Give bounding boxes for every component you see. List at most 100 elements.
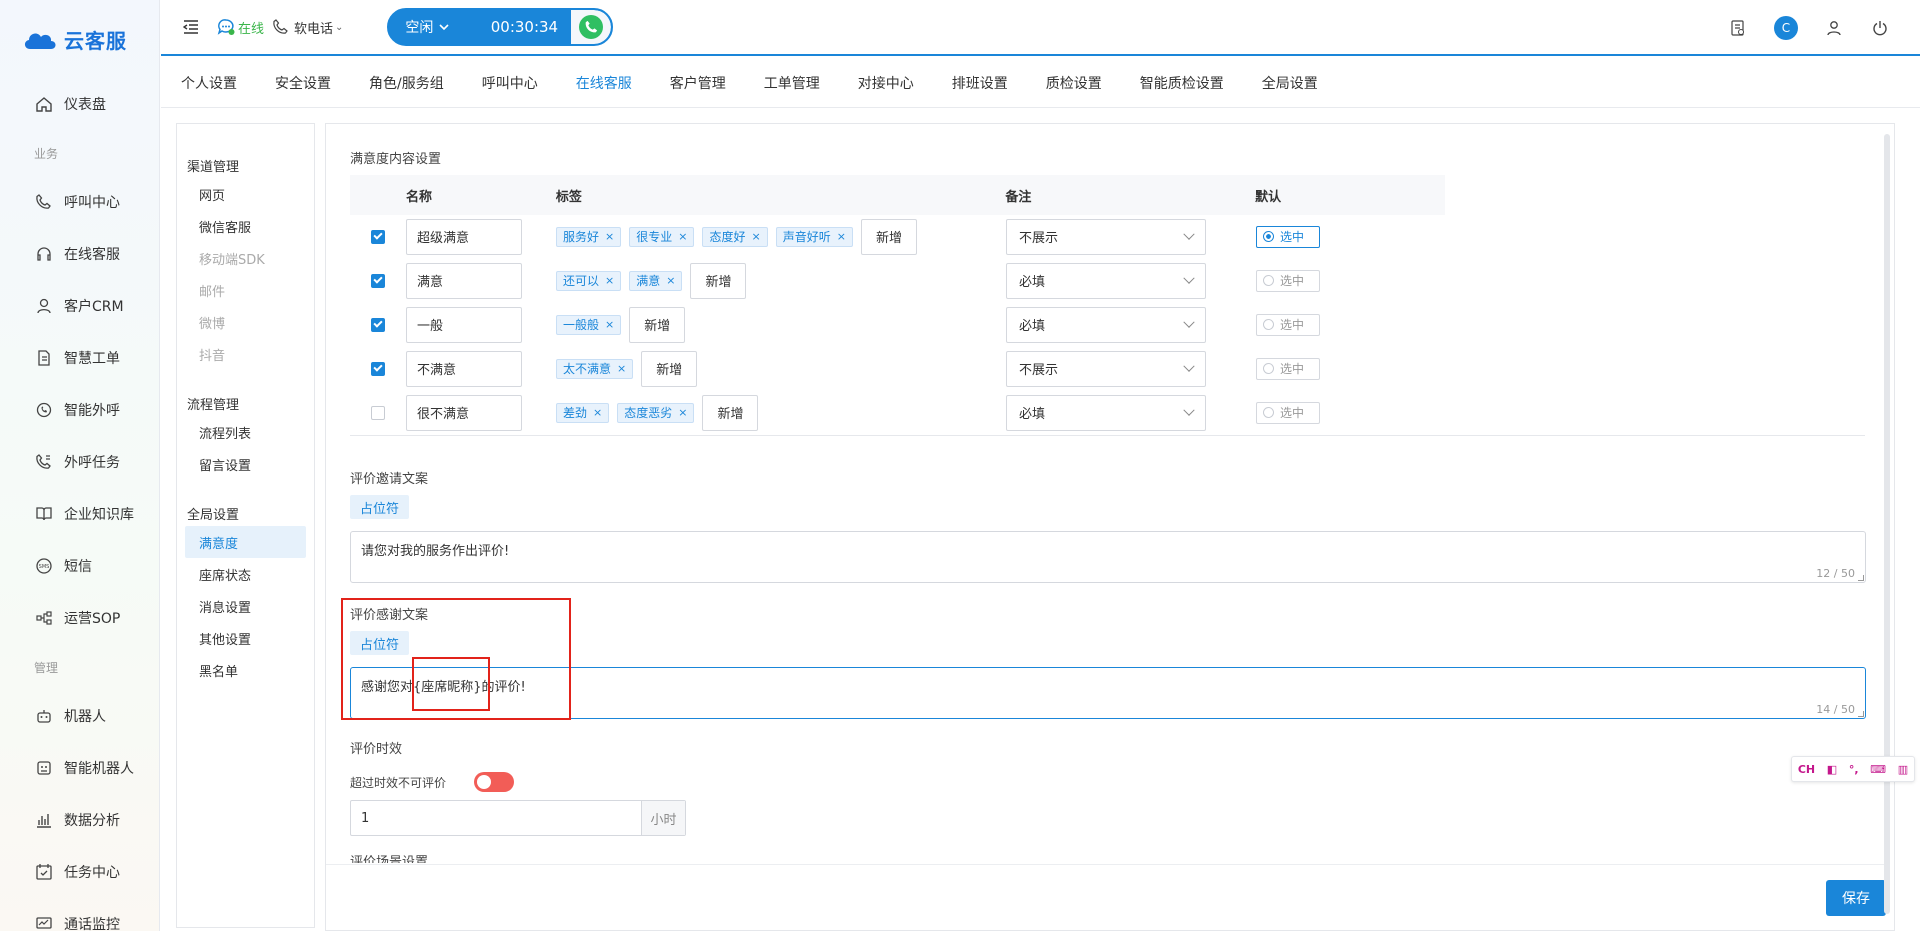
- default-radio[interactable]: 选中: [1256, 269, 1320, 292]
- nav-item-business-3[interactable]: 智慧工单: [0, 332, 159, 384]
- call-state-bar[interactable]: 空闲 00:30:34: [387, 8, 614, 46]
- close-icon[interactable]: ×: [666, 274, 675, 287]
- note-select[interactable]: 必填: [1006, 262, 1206, 299]
- nav-item-manage-3[interactable]: 任务中心: [0, 846, 159, 898]
- save-button[interactable]: 保存: [1826, 880, 1886, 916]
- subnav-item-flow-1[interactable]: 留言设置: [177, 448, 314, 480]
- nav-item-manage-1[interactable]: 智能机器人: [0, 742, 159, 794]
- add-tag-button[interactable]: 新增: [690, 262, 747, 299]
- rating-name-input[interactable]: 很不满意: [406, 394, 522, 431]
- panel-scrollbar[interactable]: [1884, 134, 1890, 914]
- note-select[interactable]: 不展示: [1006, 218, 1206, 255]
- ime-mode-icon[interactable]: ◧: [1827, 763, 1837, 776]
- close-icon[interactable]: ×: [593, 406, 602, 419]
- tab-8[interactable]: 排班设置: [952, 73, 1008, 93]
- nav-item-business-2[interactable]: 客户CRM: [0, 280, 159, 332]
- nav-item-business-0[interactable]: 呼叫中心: [0, 176, 159, 228]
- nav-item-manage-4[interactable]: 通话监控: [0, 898, 159, 931]
- nav-item-business-5[interactable]: 外呼任务: [0, 436, 159, 488]
- nav-item-top-0[interactable]: 仪表盘: [0, 78, 159, 130]
- tab-1[interactable]: 安全设置: [275, 73, 331, 93]
- task-doc-icon[interactable]: [1728, 18, 1748, 38]
- close-icon[interactable]: ×: [678, 230, 687, 243]
- close-icon[interactable]: ×: [678, 406, 687, 419]
- add-tag-button[interactable]: 新增: [860, 218, 917, 255]
- invite-placeholder-button[interactable]: 占位符: [350, 495, 410, 519]
- tab-7[interactable]: 对接中心: [858, 73, 914, 93]
- subnav-item-flow-0[interactable]: 流程列表: [177, 416, 314, 448]
- subnav-item-global-4[interactable]: 黑名单: [177, 654, 314, 686]
- add-tag-button[interactable]: 新增: [629, 306, 686, 343]
- tab-11[interactable]: 全局设置: [1262, 73, 1318, 93]
- resize-handle-icon[interactable]: [1858, 575, 1864, 581]
- timeliness-input[interactable]: 1 小时: [350, 800, 686, 836]
- subnav-item-channel-1[interactable]: 微信客服: [177, 210, 314, 242]
- avatar[interactable]: C: [1774, 16, 1798, 40]
- subnav-item-global-3[interactable]: 其他设置: [177, 622, 314, 654]
- rating-name-input[interactable]: 满意: [406, 262, 522, 299]
- nav-item-business-1[interactable]: 在线客服: [0, 228, 159, 280]
- resize-handle-icon[interactable]: [1858, 711, 1864, 717]
- menu-collapse-icon[interactable]: [181, 17, 201, 37]
- subnav-item-global-0[interactable]: 满意度: [185, 526, 306, 558]
- nav-item-manage-0[interactable]: 机器人: [0, 690, 159, 742]
- close-icon[interactable]: ×: [605, 318, 614, 331]
- tab-4[interactable]: 在线客服: [576, 73, 632, 93]
- add-tag-button[interactable]: 新增: [641, 350, 698, 387]
- ime-lang[interactable]: CH: [1798, 763, 1815, 776]
- user-profile-icon[interactable]: [1824, 18, 1844, 38]
- nav-item-business-4[interactable]: 智能外呼: [0, 384, 159, 436]
- invite-textarea[interactable]: 请您对我的服务作出评价! 12 / 50: [350, 531, 1866, 583]
- nav-item-manage-2[interactable]: 数据分析: [0, 794, 159, 846]
- default-radio[interactable]: 选中: [1256, 401, 1320, 424]
- close-icon[interactable]: ×: [605, 274, 614, 287]
- keyboard-icon[interactable]: ⌨: [1870, 763, 1886, 776]
- tab-6[interactable]: 工单管理: [764, 73, 820, 93]
- row-checkbox[interactable]: [371, 405, 385, 420]
- subnav-item-global-1[interactable]: 座席状态: [177, 558, 314, 590]
- rating-name-input[interactable]: 不满意: [406, 350, 522, 387]
- subnav-item-global-2[interactable]: 消息设置: [177, 590, 314, 622]
- ime-punct-icon[interactable]: °,: [1849, 763, 1859, 776]
- rating-name-input[interactable]: 超级满意: [406, 218, 522, 255]
- add-tag-button[interactable]: 新增: [702, 394, 759, 431]
- ime-menu-icon[interactable]: ▥: [1898, 763, 1908, 776]
- default-radio[interactable]: 选中: [1256, 313, 1320, 336]
- close-icon[interactable]: ×: [751, 230, 760, 243]
- power-icon[interactable]: [1870, 18, 1890, 38]
- close-icon[interactable]: ×: [605, 230, 614, 243]
- tab-9[interactable]: 质检设置: [1046, 73, 1102, 93]
- row-checkbox[interactable]: [371, 229, 385, 244]
- tab-0[interactable]: 个人设置: [181, 73, 237, 93]
- subnav-item-channel-2[interactable]: 移动端SDK: [177, 242, 314, 274]
- answer-call-button[interactable]: [571, 10, 612, 44]
- agent-status[interactable]: 在线 软电话 ⌄: [217, 18, 343, 37]
- note-select[interactable]: 必填: [1006, 394, 1206, 431]
- row-checkbox[interactable]: [371, 317, 385, 332]
- tab-2[interactable]: 角色/服务组: [369, 73, 444, 93]
- subnav-item-channel-3[interactable]: 邮件: [177, 274, 314, 306]
- close-icon[interactable]: ×: [617, 362, 626, 375]
- tab-10[interactable]: 智能质检设置: [1140, 73, 1224, 93]
- thanks-textarea[interactable]: 感谢您对{座席昵称}的评价! 14 / 50: [350, 667, 1866, 719]
- close-icon[interactable]: ×: [837, 230, 846, 243]
- default-radio[interactable]: 选中: [1256, 357, 1320, 380]
- nav-item-business-6[interactable]: 企业知识库: [0, 488, 159, 540]
- row-checkbox[interactable]: [371, 273, 385, 288]
- app-logo[interactable]: 云客服: [0, 0, 159, 78]
- subnav-item-channel-0[interactable]: 网页: [177, 178, 314, 210]
- call-state-dropdown[interactable]: 空闲: [389, 17, 477, 37]
- rating-name-input[interactable]: 一般: [406, 306, 522, 343]
- subnav-item-channel-5[interactable]: 抖音: [177, 338, 314, 370]
- default-radio[interactable]: 选中: [1256, 225, 1320, 248]
- tab-5[interactable]: 客户管理: [670, 73, 726, 93]
- note-select[interactable]: 不展示: [1006, 350, 1206, 387]
- row-checkbox[interactable]: [371, 361, 385, 376]
- nav-item-business-7[interactable]: SMS 短信: [0, 540, 159, 592]
- note-select[interactable]: 必填: [1006, 306, 1206, 343]
- tab-3[interactable]: 呼叫中心: [482, 73, 538, 93]
- nav-item-business-8[interactable]: 运营SOP: [0, 592, 159, 644]
- ime-toolbar[interactable]: CH ◧ °, ⌨ ▥: [1791, 756, 1915, 782]
- subnav-item-channel-4[interactable]: 微博: [177, 306, 314, 338]
- timeliness-toggle[interactable]: [474, 772, 515, 792]
